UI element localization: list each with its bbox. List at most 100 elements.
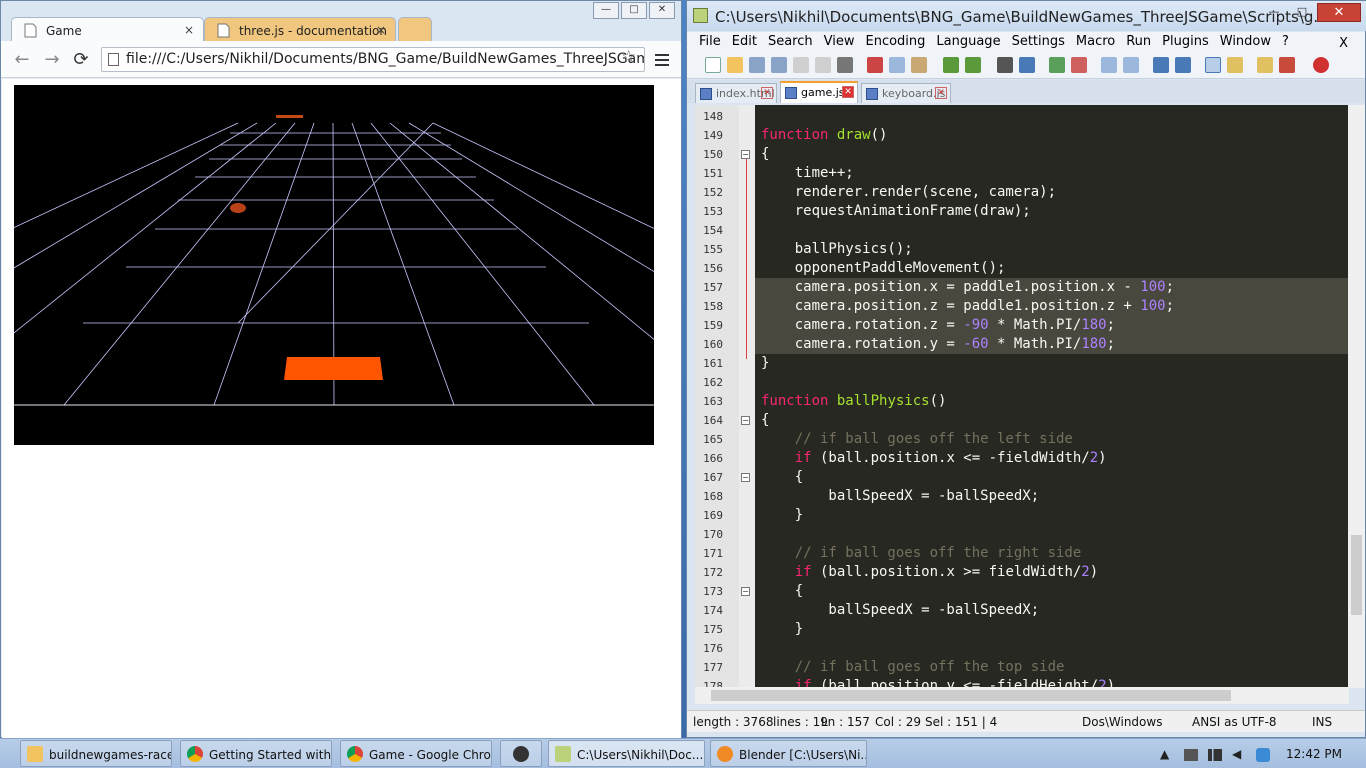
fold-toggle-icon[interactable]: − [741, 587, 750, 596]
menu-file[interactable]: File [697, 32, 727, 52]
menu-edit[interactable]: Edit [730, 32, 763, 52]
line-number: 161 [703, 357, 723, 370]
close-file-icon[interactable] [793, 57, 809, 73]
scroll-thumb[interactable] [1351, 535, 1362, 615]
redo-icon[interactable] [965, 57, 981, 73]
ball [230, 203, 246, 213]
back-button[interactable]: ← [11, 49, 33, 70]
star-icon[interactable]: ☆ [621, 47, 636, 67]
menu-help[interactable]: ? [1280, 32, 1295, 52]
action-center-icon[interactable] [1184, 749, 1198, 761]
menu-icon[interactable] [655, 54, 669, 69]
close-icon[interactable]: × [184, 23, 194, 37]
code-line: function ballPhysics() [761, 393, 947, 409]
tab-title: three.js - documentation [239, 24, 387, 38]
find-icon[interactable] [997, 57, 1013, 73]
save-icon[interactable] [749, 57, 765, 73]
paste-icon[interactable] [911, 57, 927, 73]
close-button[interactable]: ✕ [1317, 3, 1361, 22]
menu-plugins[interactable]: Plugins [1160, 32, 1215, 52]
status-encoding: ANSI as UTF-8 [1192, 715, 1277, 729]
fold-toggle-icon[interactable]: − [741, 150, 750, 159]
cut-icon[interactable] [867, 57, 883, 73]
taskbar-item-chrome-1[interactable]: Getting Started with ... [180, 740, 332, 767]
taskbar-item-blender[interactable]: Blender [C:\Users\Ni... [710, 740, 867, 767]
doc-map-icon[interactable] [1257, 57, 1273, 73]
function-list-icon[interactable] [1279, 57, 1295, 73]
menu-macro[interactable]: Macro [1074, 32, 1121, 52]
close-icon[interactable]: ✕ [842, 86, 854, 98]
record-macro-icon[interactable] [1313, 57, 1329, 73]
tab-index-html[interactable]: index.html ✕ [695, 83, 777, 103]
line-number: 165 [703, 433, 723, 446]
clock[interactable]: 12:42 PM [1286, 747, 1342, 761]
taskbar-item-notepadpp[interactable]: C:\Users\Nikhil\Doc... [548, 740, 705, 767]
notepadpp-window: C:\Users\Nikhil\Documents\BNG_Game\Build… [686, 0, 1366, 738]
menu-view[interactable]: View [822, 32, 861, 52]
npp-menubar: File Edit Search View Encoding Language … [687, 32, 1365, 52]
network-icon[interactable] [1208, 749, 1222, 761]
menu-search[interactable]: Search [766, 32, 819, 52]
forward-button[interactable]: → [41, 49, 63, 70]
grid-line [237, 122, 434, 324]
dropbox-icon[interactable] [1256, 748, 1270, 762]
close-document-button[interactable]: X [1337, 34, 1354, 51]
show-all-chars-icon[interactable] [1175, 57, 1191, 73]
tab-game[interactable]: Game × [11, 17, 204, 42]
line-number: 176 [703, 642, 723, 655]
print-icon[interactable] [837, 57, 853, 73]
taskbar-item-chrome-2[interactable]: Game - Google Chro... [340, 740, 492, 767]
new-file-icon[interactable] [705, 57, 721, 73]
undo-icon[interactable] [943, 57, 959, 73]
zoom-in-icon[interactable] [1049, 57, 1065, 73]
menu-language[interactable]: Language [934, 32, 1006, 52]
address-bar[interactable]: file:///C:/Users/Nikhil/Documents/BNG_Ga… [101, 47, 645, 72]
new-tab-button[interactable] [398, 17, 432, 42]
url-text: file:///C:/Users/Nikhil/Documents/BNG_Ga… [126, 51, 645, 67]
menu-run[interactable]: Run [1124, 32, 1157, 52]
code-line: function draw() [761, 127, 888, 143]
code-editor[interactable]: 148 149 150 151 152 153 154 155 156 157 158 159 160 1… [695, 105, 1357, 688]
fold-toggle-icon[interactable]: − [741, 473, 750, 482]
save-all-icon[interactable] [771, 57, 787, 73]
tab-threejs-docs[interactable]: three.js - documentation × [204, 17, 396, 42]
minimize-button[interactable]: — [1261, 3, 1287, 22]
close-all-icon[interactable] [815, 57, 831, 73]
maximize-button[interactable]: □ [621, 2, 647, 19]
menu-window[interactable]: Window [1218, 32, 1277, 52]
horizontal-scrollbar[interactable] [695, 687, 1349, 704]
word-wrap-icon[interactable] [1153, 57, 1169, 73]
menu-encoding[interactable]: Encoding [863, 32, 931, 52]
close-icon[interactable]: × [376, 23, 386, 37]
zoom-out-icon[interactable] [1071, 57, 1087, 73]
taskbar-item-app[interactable] [500, 740, 542, 767]
scroll-thumb[interactable] [711, 690, 1231, 701]
page-icon [24, 23, 37, 38]
show-hidden-icons-icon[interactable]: ▲ [1160, 747, 1169, 761]
fold-toggle-icon[interactable]: − [741, 416, 750, 425]
volume-icon[interactable]: ◀ [1232, 747, 1241, 761]
vertical-scrollbar[interactable] [1348, 105, 1365, 688]
menu-settings[interactable]: Settings [1010, 32, 1071, 52]
line-number: 169 [703, 509, 723, 522]
minimize-button[interactable]: — [593, 2, 619, 19]
maximize-button[interactable]: □ [1289, 3, 1315, 22]
reload-button[interactable]: ⟳ [70, 49, 92, 70]
game-canvas[interactable] [0, 85, 1025, 445]
udl-icon[interactable] [1227, 57, 1243, 73]
tab-game-js[interactable]: game.js ✕ [780, 81, 858, 103]
copy-icon[interactable] [889, 57, 905, 73]
code-line: // if ball goes off the right side [761, 545, 1082, 561]
sync-v-icon[interactable] [1101, 57, 1117, 73]
grid-line [0, 122, 258, 277]
replace-icon[interactable] [1019, 57, 1035, 73]
close-button[interactable]: ✕ [649, 2, 675, 19]
code-line: // if ball goes off the left side [761, 431, 1073, 447]
tab-keyboard-js[interactable]: keyboard.js ✕ [861, 83, 951, 103]
sync-h-icon[interactable] [1123, 57, 1139, 73]
indent-guide-icon[interactable] [1205, 57, 1221, 73]
close-icon[interactable]: ✕ [761, 87, 773, 99]
open-file-icon[interactable] [727, 57, 743, 73]
close-icon[interactable]: ✕ [935, 87, 947, 99]
taskbar-item-explorer[interactable]: buildnewgames-racer [20, 740, 172, 767]
